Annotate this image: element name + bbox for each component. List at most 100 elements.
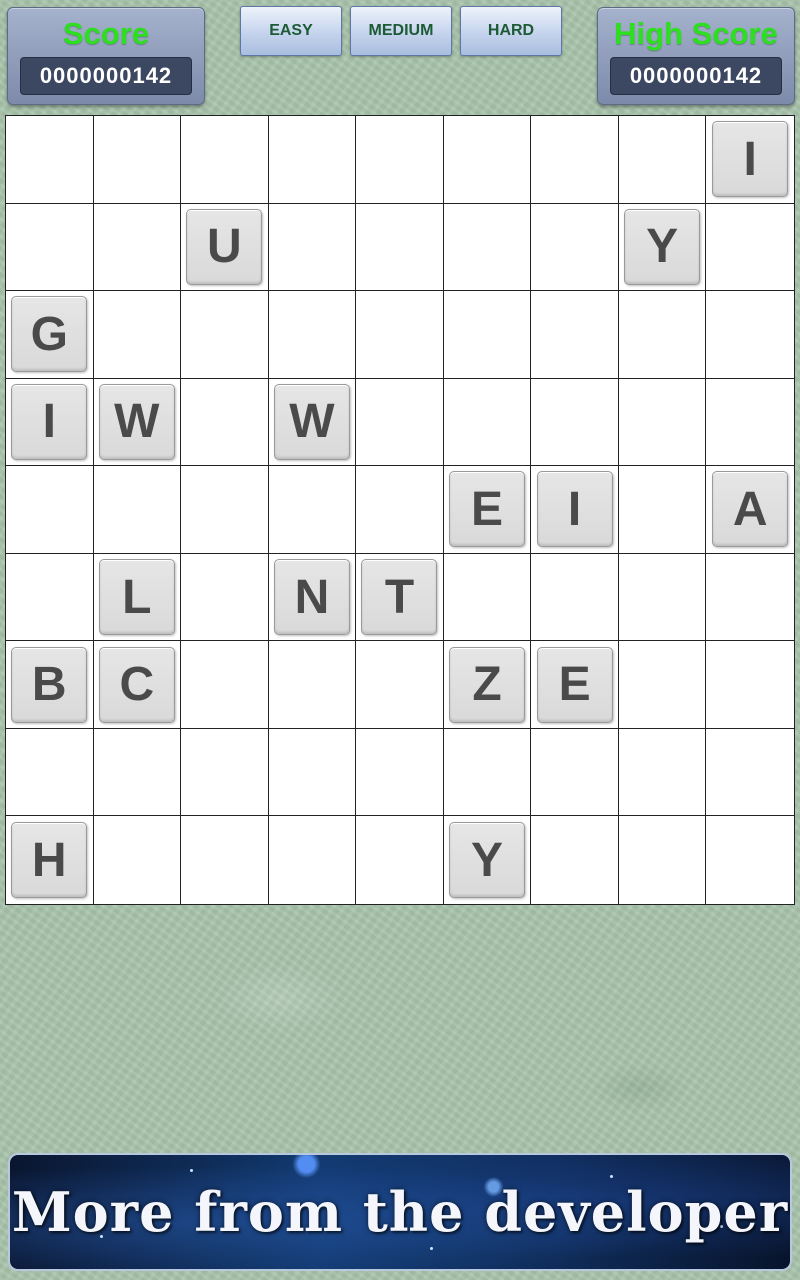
board-cell[interactable] [268,466,357,554]
board-cell[interactable] [443,291,532,379]
board-cell[interactable] [6,116,94,204]
board-cell[interactable] [443,378,532,467]
board-cell[interactable] [356,641,444,729]
board-cell[interactable] [356,466,444,554]
letter-tile[interactable]: A [712,471,789,548]
board-cell[interactable] [706,729,794,817]
board-cell[interactable] [706,641,794,729]
board-cell[interactable]: E [531,641,619,729]
board-cell[interactable]: W [93,378,182,467]
board-cell[interactable] [618,553,707,642]
board-cell[interactable] [531,816,619,904]
board-cell[interactable] [6,466,94,554]
board-cell[interactable]: N [268,553,357,642]
board-cell[interactable] [93,291,182,379]
board-cell[interactable] [268,291,357,379]
letter-tile[interactable]: E [449,471,526,548]
board-cell[interactable] [6,553,94,642]
letter-tile[interactable]: H [11,822,88,899]
board-cell[interactable]: I [706,116,794,204]
board-cell[interactable] [268,116,357,204]
letter-tile[interactable]: N [273,559,350,636]
board-cell[interactable] [93,466,182,554]
board-cell[interactable] [356,816,444,904]
board-cell[interactable] [181,728,269,817]
board-cell[interactable]: Y [444,816,532,904]
board-cell[interactable] [93,728,182,817]
board-cell[interactable] [618,116,707,204]
board-cell[interactable] [706,204,794,292]
board-cell[interactable] [706,816,794,904]
letter-tile[interactable]: W [98,383,175,460]
letter-tile[interactable]: E [536,646,613,723]
letter-tile[interactable]: B [11,646,88,723]
board-cell[interactable] [531,291,619,379]
letter-tile[interactable]: L [98,559,175,636]
board-cell[interactable] [93,116,182,204]
letter-tile[interactable]: T [361,559,438,636]
board-cell[interactable]: C [93,641,182,729]
board-cell[interactable]: I [6,378,94,467]
board-cell[interactable] [618,291,707,379]
board-cell[interactable]: U [181,203,269,292]
board-cell[interactable] [181,116,269,204]
board-cell[interactable] [531,553,619,642]
board-cell[interactable] [531,728,619,817]
board-cell[interactable] [356,378,444,467]
board-cell[interactable]: A [706,466,794,554]
board-cell[interactable] [94,816,182,904]
letter-tile[interactable]: Y [624,208,701,285]
board-cell[interactable] [93,203,182,292]
board-cell[interactable] [356,728,444,817]
medium-button[interactable]: MEDIUM [350,6,452,56]
board-cell[interactable]: T [356,553,444,642]
board-cell[interactable]: I [531,466,619,554]
letter-tile[interactable]: I [712,121,789,198]
board-cell[interactable] [6,728,94,817]
board-cell[interactable] [706,379,794,467]
board-cell[interactable] [356,116,444,204]
board-cell[interactable] [356,291,444,379]
board-cell[interactable] [531,378,619,467]
board-cell[interactable] [443,116,532,204]
board-cell[interactable] [618,378,707,467]
board-cell[interactable]: Z [443,641,532,729]
board-cell[interactable] [619,816,707,904]
easy-button[interactable]: EASY [240,6,342,56]
board-cell[interactable]: B [6,641,94,729]
board-cell[interactable] [443,553,532,642]
board-cell[interactable]: L [93,553,182,642]
letter-tile[interactable]: I [536,471,613,548]
board-cell[interactable] [531,203,619,292]
board-cell[interactable] [706,554,794,642]
board-cell[interactable]: Y [618,203,707,292]
board-cell[interactable] [181,816,269,904]
more-from-developer-banner[interactable]: More from the developer [8,1153,792,1271]
board-cell[interactable] [181,466,269,554]
board-cell[interactable] [181,553,269,642]
board-cell[interactable] [531,116,619,204]
board-cell[interactable] [443,203,532,292]
board-cell[interactable] [268,203,357,292]
board-cell[interactable] [618,641,707,729]
board-cell[interactable]: E [443,466,532,554]
board-cell[interactable]: W [268,378,357,467]
hard-button[interactable]: HARD [460,6,562,56]
board-cell[interactable]: G [6,291,94,379]
board-cell[interactable] [269,816,357,904]
board-cell[interactable] [181,378,269,467]
board-cell[interactable] [443,728,532,817]
board-cell[interactable] [6,203,94,292]
board-cell[interactable] [618,466,707,554]
letter-tile[interactable]: Z [449,646,526,723]
board-cell[interactable]: H [6,816,94,904]
letter-tile[interactable]: I [11,383,88,460]
board-cell[interactable] [268,641,357,729]
letter-tile[interactable]: Y [449,822,526,899]
letter-tile[interactable]: U [186,208,263,285]
board-cell[interactable] [268,728,357,817]
letter-tile[interactable]: C [98,646,175,723]
board-cell[interactable] [181,641,269,729]
letter-tile[interactable]: W [273,383,350,460]
board-cell[interactable] [706,291,794,379]
